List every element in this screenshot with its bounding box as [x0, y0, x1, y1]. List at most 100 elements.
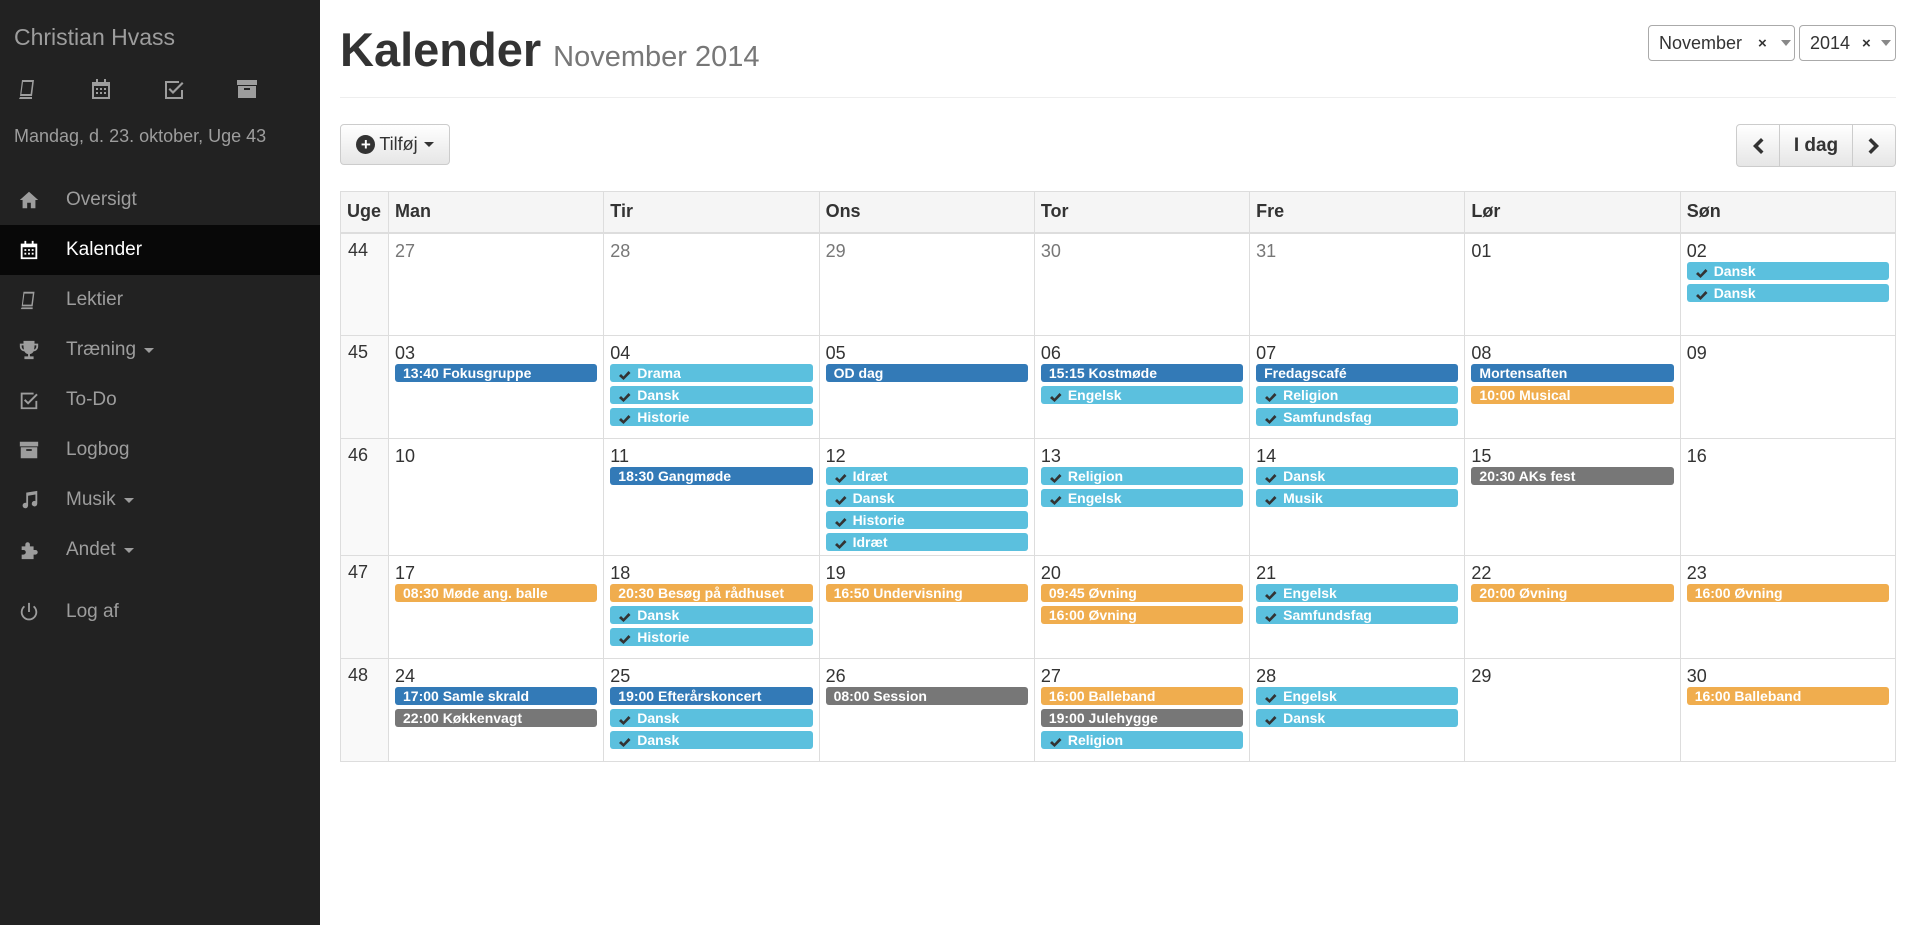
- calendar-event[interactable]: Drama: [610, 364, 813, 382]
- calendar-event[interactable]: Dansk: [610, 606, 813, 624]
- calendar-event[interactable]: 18:30 Gangmøde: [610, 467, 813, 485]
- day-cell[interactable]: 30 16:00 Balleband: [1679, 658, 1897, 762]
- next-month-button[interactable]: [1853, 124, 1896, 167]
- calendar-event[interactable]: OD dag: [825, 364, 1028, 382]
- day-cell[interactable]: 17 08:30 Møde ang. balle: [387, 555, 605, 659]
- calendar-event[interactable]: Fredagscafé: [1256, 364, 1459, 382]
- calendar-event[interactable]: Dansk: [610, 386, 813, 404]
- day-cell[interactable]: 19 16:50 Undervisning: [818, 555, 1035, 659]
- day-cell[interactable]: 28: [603, 232, 820, 336]
- calendar-event[interactable]: Engelsk: [1040, 489, 1244, 507]
- check-square-icon[interactable]: [160, 76, 188, 102]
- day-cell[interactable]: 21 Engelsk Samfundsfag: [1249, 555, 1466, 659]
- calendar-event[interactable]: Dansk: [1256, 467, 1459, 485]
- sidebar-item-lektier[interactable]: Lektier: [0, 275, 320, 325]
- day-cell[interactable]: 07 Fredagscafé Religion Samfundsfag: [1249, 335, 1466, 439]
- month-select[interactable]: November ×: [1648, 25, 1795, 61]
- calendar-event[interactable]: 16:00 Øvning: [1686, 584, 1889, 602]
- calendar-event[interactable]: Historie: [610, 408, 813, 426]
- calendar-event[interactable]: Engelsk: [1256, 687, 1459, 705]
- day-cell[interactable]: 25 19:00 Efterårskoncert Dansk Dansk: [603, 658, 820, 762]
- calendar-event[interactable]: 08:30 Møde ang. balle: [395, 584, 598, 602]
- calendar-event[interactable]: 09:45 Øvning: [1040, 584, 1244, 602]
- calendar-event[interactable]: 16:00 Balleband: [1686, 687, 1889, 705]
- calendar-event[interactable]: Idræt: [825, 533, 1028, 551]
- book-icon[interactable]: [14, 76, 42, 102]
- calendar-event[interactable]: Religion: [1040, 731, 1244, 749]
- calendar-event[interactable]: Dansk: [610, 709, 813, 727]
- calendar-icon[interactable]: [87, 76, 115, 102]
- calendar-event[interactable]: Religion: [1256, 386, 1459, 404]
- calendar-event[interactable]: 20:00 Øvning: [1471, 584, 1674, 602]
- calendar-event[interactable]: Historie: [610, 628, 813, 646]
- calendar-event[interactable]: 19:00 Julehygge: [1040, 709, 1244, 727]
- calendar-event[interactable]: Dansk: [825, 489, 1028, 507]
- calendar-event[interactable]: Historie: [825, 511, 1028, 529]
- day-cell[interactable]: 24 17:00 Samle skrald 22:00 Køkkenvagt: [387, 658, 605, 762]
- calendar-event[interactable]: 20:30 AKs fest: [1471, 467, 1674, 485]
- day-cell[interactable]: 23 16:00 Øvning: [1679, 555, 1897, 659]
- year-select[interactable]: 2014 ×: [1799, 25, 1896, 61]
- prev-month-button[interactable]: [1736, 124, 1780, 167]
- add-button[interactable]: + Tilføj: [340, 124, 450, 165]
- day-cell[interactable]: 01: [1464, 232, 1681, 336]
- day-cell[interactable]: 20 09:45 Øvning 16:00 Øvning: [1033, 555, 1251, 659]
- calendar-event[interactable]: Musik: [1256, 489, 1459, 507]
- sidebar-item-andet[interactable]: Andet: [0, 525, 320, 575]
- day-cell[interactable]: 22 20:00 Øvning: [1464, 555, 1681, 659]
- calendar-event[interactable]: 13:40 Fokusgruppe: [395, 364, 598, 382]
- day-cell[interactable]: 09: [1679, 335, 1897, 439]
- calendar-event[interactable]: 16:50 Undervisning: [825, 584, 1028, 602]
- day-cell[interactable]: 06 15:15 Kostmøde Engelsk: [1033, 335, 1251, 439]
- day-cell[interactable]: 31: [1249, 232, 1466, 336]
- calendar-event[interactable]: 20:30 Besøg på rådhuset: [610, 584, 813, 602]
- month-clear-icon[interactable]: ×: [1758, 35, 1767, 52]
- day-cell[interactable]: 29: [818, 232, 1035, 336]
- calendar-event[interactable]: 16:00 Øvning: [1040, 606, 1244, 624]
- calendar-event[interactable]: 16:00 Balleband: [1040, 687, 1244, 705]
- day-cell[interactable]: 10: [387, 438, 605, 556]
- day-cell[interactable]: 11 18:30 Gangmøde: [603, 438, 820, 556]
- calendar-event[interactable]: Mortensaften: [1471, 364, 1674, 382]
- calendar-event[interactable]: Dansk: [610, 731, 813, 749]
- day-cell[interactable]: 12 Idræt Dansk Historie Idræt: [818, 438, 1035, 556]
- sidebar-item-logout[interactable]: Log af: [0, 587, 320, 637]
- year-clear-icon[interactable]: ×: [1862, 35, 1871, 52]
- calendar-event[interactable]: Dansk: [1256, 709, 1459, 727]
- calendar-event[interactable]: 08:00 Session: [825, 687, 1028, 705]
- day-cell[interactable]: 15 20:30 AKs fest: [1464, 438, 1681, 556]
- calendar-event[interactable]: 22:00 Køkkenvagt: [395, 709, 598, 727]
- day-cell[interactable]: 13 Religion Engelsk: [1033, 438, 1251, 556]
- sidebar-item-logbog[interactable]: Logbog: [0, 425, 320, 475]
- calendar-event[interactable]: Engelsk: [1040, 386, 1244, 404]
- calendar-event[interactable]: 10:00 Musical: [1471, 386, 1674, 404]
- day-cell[interactable]: 30: [1033, 232, 1251, 336]
- archive-icon[interactable]: [233, 76, 261, 102]
- sidebar-item-traening[interactable]: Træning: [0, 325, 320, 375]
- sidebar-item-musik[interactable]: Musik: [0, 475, 320, 525]
- calendar-event[interactable]: Engelsk: [1256, 584, 1459, 602]
- calendar-event[interactable]: Dansk: [1686, 283, 1889, 302]
- calendar-event[interactable]: Dansk: [1686, 261, 1889, 280]
- day-cell[interactable]: 18 20:30 Besøg på rådhuset Dansk Historie: [603, 555, 820, 659]
- calendar-event[interactable]: Religion: [1040, 467, 1244, 485]
- day-cell[interactable]: 14 Dansk Musik: [1249, 438, 1466, 556]
- day-cell[interactable]: 16: [1679, 438, 1897, 556]
- calendar-event[interactable]: 19:00 Efterårskoncert: [610, 687, 813, 705]
- sidebar-item-oversigt[interactable]: Oversigt: [0, 175, 320, 225]
- sidebar-item-todo[interactable]: To-Do: [0, 375, 320, 425]
- today-button[interactable]: I dag: [1780, 124, 1853, 167]
- calendar-event[interactable]: Idræt: [825, 467, 1028, 485]
- calendar-event[interactable]: Samfundsfag: [1256, 606, 1459, 624]
- day-cell[interactable]: 04 Drama Dansk Historie: [603, 335, 820, 439]
- day-cell[interactable]: 02 Dansk Dansk: [1679, 232, 1897, 336]
- day-cell[interactable]: 28 Engelsk Dansk: [1249, 658, 1466, 762]
- calendar-event[interactable]: 17:00 Samle skrald: [395, 687, 598, 705]
- calendar-event[interactable]: 15:15 Kostmøde: [1040, 364, 1244, 382]
- day-cell[interactable]: 29: [1464, 658, 1681, 762]
- day-cell[interactable]: 05 OD dag: [818, 335, 1035, 439]
- calendar-event[interactable]: Samfundsfag: [1256, 408, 1459, 426]
- day-cell[interactable]: 03 13:40 Fokusgruppe: [387, 335, 605, 439]
- day-cell[interactable]: 27: [387, 232, 605, 336]
- day-cell[interactable]: 27 16:00 Balleband 19:00 Julehygge Religion: [1033, 658, 1251, 762]
